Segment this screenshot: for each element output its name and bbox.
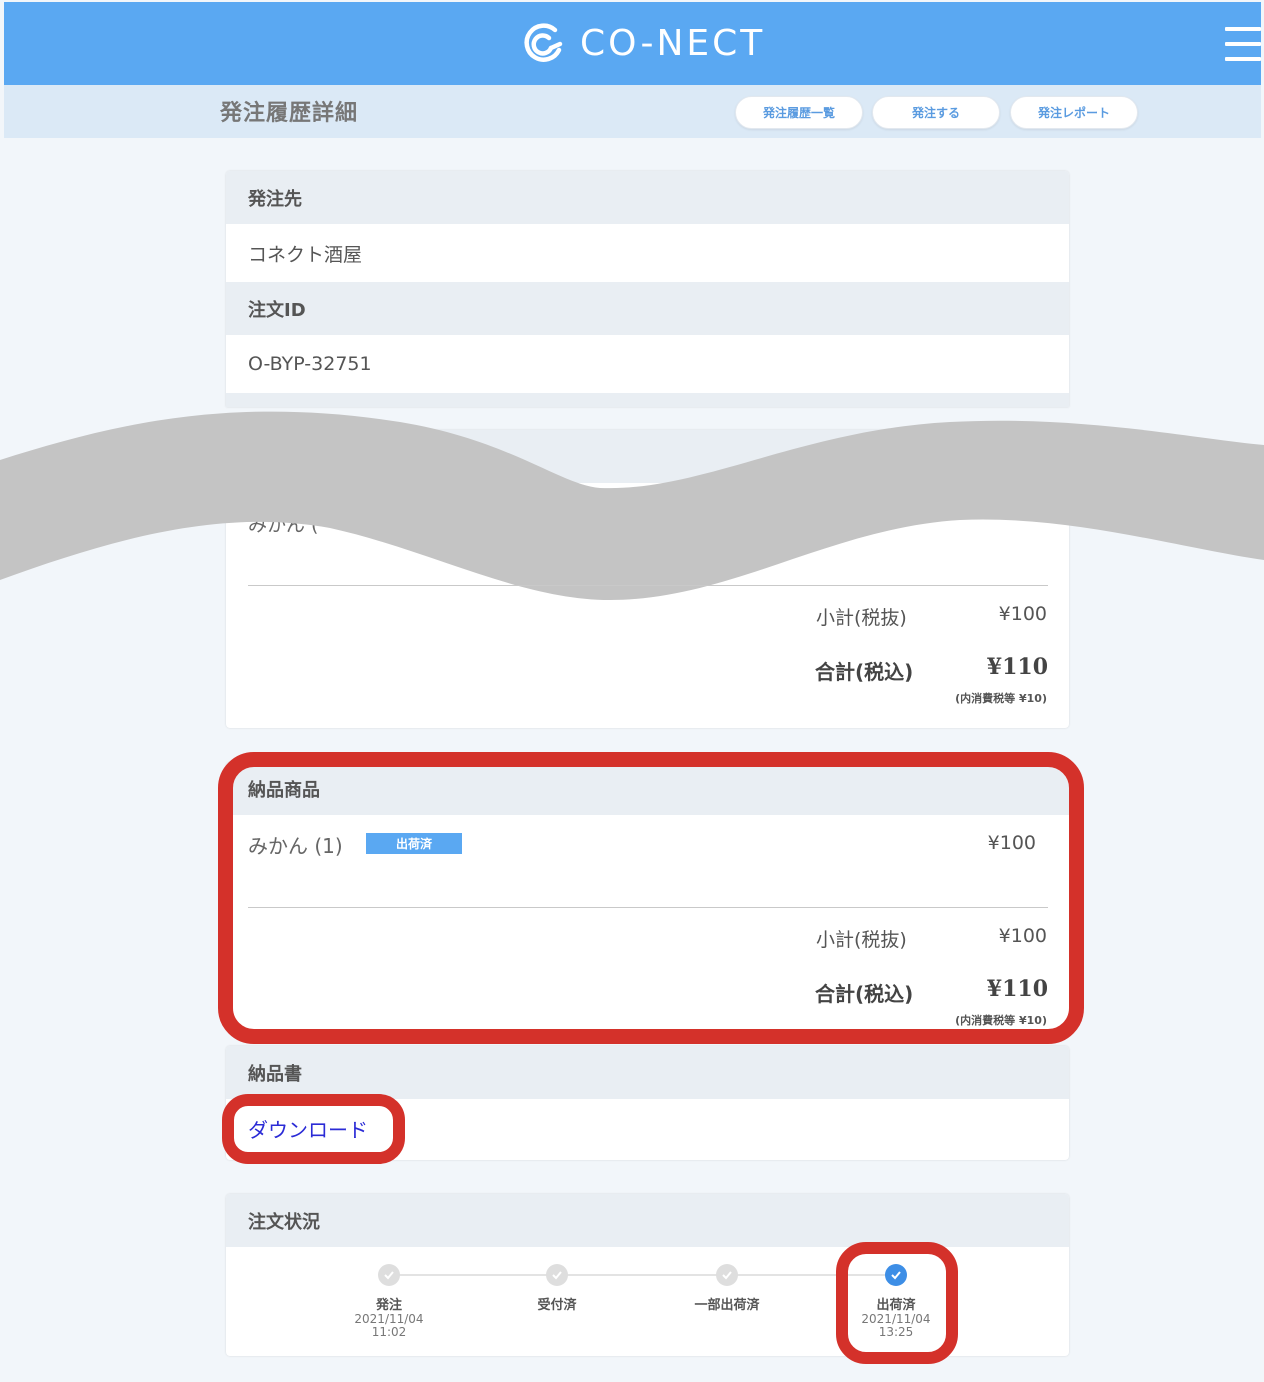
delivered-subtotal-label: 小計(税抜) <box>816 929 907 951</box>
download-link[interactable]: ダウンロード <box>248 1114 368 1143</box>
status-timeline-line <box>389 1274 896 1276</box>
brand-logo[interactable]: CO-NECT <box>520 20 765 66</box>
order-info-card: 発注先 コネクト酒屋 注文ID O-BYP-32751 <box>226 171 1069 407</box>
delivered-item-price: ¥100 <box>987 832 1036 854</box>
status-badge: 出荷済 <box>366 833 462 854</box>
ordered-subtotal-label: 小計(税抜) <box>816 607 907 629</box>
order-report-button[interactable]: 発注レポート <box>1010 96 1138 129</box>
ordered-subtotal-value: ¥100 <box>998 603 1047 625</box>
hamburger-menu-icon[interactable] <box>1225 27 1261 61</box>
ordered-total-label: 合計(税込) <box>815 660 914 684</box>
ordered-tax-note: (内消費税等 ¥10) <box>955 692 1047 705</box>
step-check-icon <box>378 1264 400 1286</box>
supplier-heading: 発注先 <box>226 171 1069 224</box>
order-history-list-button[interactable]: 発注履歴一覧 <box>735 96 863 129</box>
step-check-active-icon <box>885 1264 907 1286</box>
delivered-tax-note: (内消費税等 ¥10) <box>955 1014 1047 1027</box>
supplier-value: コネクト酒屋 <box>226 224 1069 282</box>
delivered-items-heading: 納品商品 <box>226 762 1069 815</box>
ordered-total-value: ¥110 <box>986 654 1048 680</box>
delivered-subtotal-value: ¥100 <box>998 925 1047 947</box>
omission-wave-graphic <box>0 411 1264 600</box>
brand-name: CO-NECT <box>580 22 766 64</box>
step-check-icon <box>716 1264 738 1286</box>
step-time-ordered: 11:02 <box>371 1325 407 1339</box>
step-check-icon <box>546 1264 568 1286</box>
delivered-item-name: みかん (1) <box>248 834 343 858</box>
step-time-shipped: 13:25 <box>878 1325 914 1339</box>
delivered-total-label: 合計(税込) <box>815 982 914 1006</box>
place-order-button[interactable]: 発注する <box>872 96 1000 129</box>
delivered-items-divider <box>248 907 1048 908</box>
step-label-ordered: 発注 <box>375 1298 402 1313</box>
page-title: 発注履歴詳細 <box>220 101 359 126</box>
order-id-value: O-BYP-32751 <box>226 335 1069 393</box>
conect-logo-icon <box>524 23 563 62</box>
step-label-partially-shipped: 一部出荷済 <box>694 1298 760 1313</box>
ordered-items-divider <box>248 585 1048 586</box>
step-label-accepted: 受付済 <box>537 1298 577 1313</box>
order-id-heading: 注文ID <box>226 282 1069 335</box>
delivery-note-heading: 納品書 <box>226 1046 1069 1099</box>
step-label-shipped: 出荷済 <box>876 1298 916 1313</box>
order-status-heading: 注文状況 <box>226 1194 1069 1247</box>
delivered-total-value: ¥110 <box>986 976 1048 1002</box>
